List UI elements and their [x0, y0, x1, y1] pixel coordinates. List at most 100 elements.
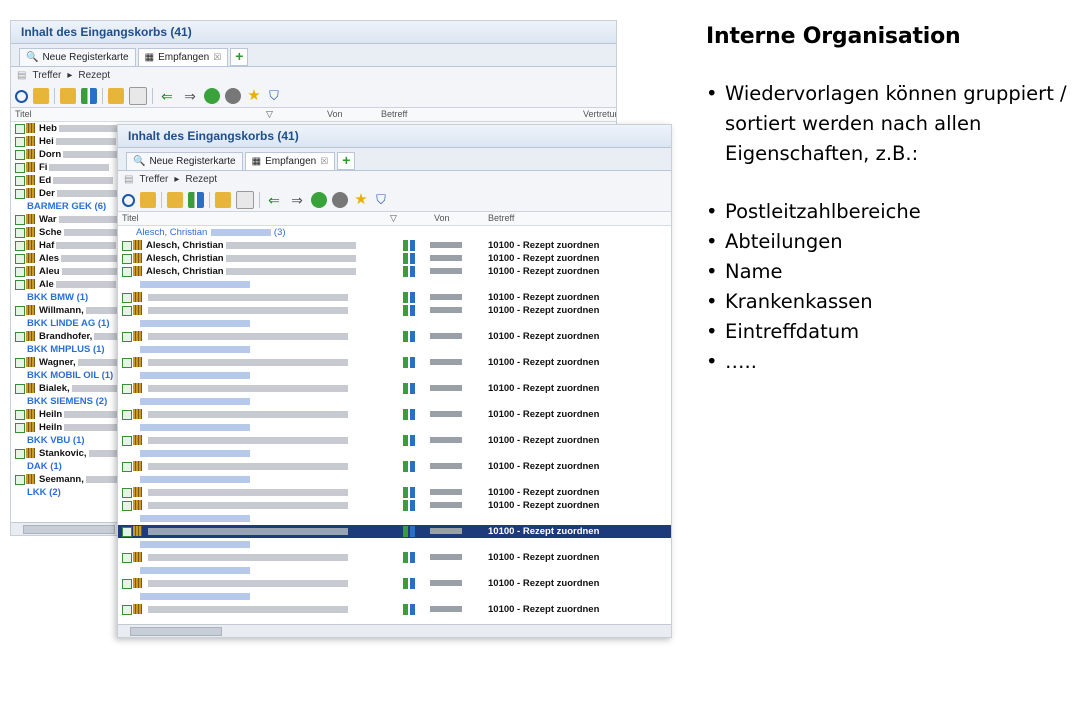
column-title[interactable]: Titel	[15, 108, 32, 121]
arrow-left-icon[interactable]: ⇐	[158, 88, 176, 104]
list-item[interactable]: 10100 - Rezept zuordnen	[118, 408, 671, 421]
document-icon[interactable]	[129, 87, 147, 105]
tree-icon[interactable]	[403, 461, 415, 472]
close-icon[interactable]: ☒	[213, 49, 221, 66]
expand-icon[interactable]	[15, 449, 25, 459]
horizontal-scrollbar[interactable]	[118, 624, 671, 637]
expand-icon[interactable]	[15, 332, 25, 342]
group-header[interactable]	[118, 317, 671, 330]
tab-received[interactable]: ▦ Empfangen ☒	[244, 152, 336, 170]
close-icon[interactable]: ☒	[320, 153, 328, 170]
star-icon[interactable]: ★	[246, 88, 262, 104]
expand-icon[interactable]	[122, 267, 132, 277]
star-icon[interactable]: ★	[353, 192, 369, 208]
expand-icon[interactable]	[15, 228, 25, 238]
expand-icon[interactable]	[15, 150, 25, 160]
list-item[interactable]: 10100 - Rezept zuordnen	[118, 577, 671, 590]
tree-icon[interactable]	[403, 435, 415, 446]
stop-icon[interactable]	[332, 192, 348, 208]
expand-icon[interactable]	[122, 332, 132, 342]
tree-icon[interactable]	[403, 383, 415, 394]
expand-icon[interactable]	[122, 384, 132, 394]
tree-icon[interactable]	[81, 88, 97, 104]
tree-icon[interactable]	[403, 240, 415, 251]
group-header[interactable]	[118, 278, 671, 291]
expand-icon[interactable]	[15, 176, 25, 186]
document-icon[interactable]	[236, 191, 254, 209]
search-icon[interactable]	[15, 89, 28, 103]
list-item[interactable]: 10100 - Rezept zuordnen	[118, 291, 671, 304]
search-folder-icon[interactable]	[140, 192, 156, 208]
breadcrumb-item[interactable]: Treffer	[139, 171, 168, 189]
expand-icon[interactable]	[122, 410, 132, 420]
tree-icon[interactable]	[403, 409, 415, 420]
list-item[interactable]: 10100 - Rezept zuordnen	[118, 356, 671, 369]
expand-icon[interactable]	[15, 215, 25, 225]
group-header[interactable]	[118, 590, 671, 603]
tree-icon[interactable]	[403, 487, 415, 498]
tree-icon[interactable]	[403, 331, 415, 342]
filter-icon[interactable]: ▽	[390, 212, 397, 225]
breadcrumb-item[interactable]: Rezept	[185, 171, 217, 189]
expand-icon[interactable]	[122, 462, 132, 472]
expand-icon[interactable]	[122, 527, 132, 537]
column-vertretung[interactable]: Vertretur	[583, 108, 616, 121]
expand-icon[interactable]	[122, 241, 132, 251]
stop-icon[interactable]	[225, 88, 241, 104]
expand-icon[interactable]	[15, 267, 25, 277]
list-item[interactable]: 10100 - Rezept zuordnen	[118, 434, 671, 447]
expand-icon[interactable]	[15, 137, 25, 147]
expand-icon[interactable]	[122, 254, 132, 264]
expand-icon[interactable]	[15, 124, 25, 134]
tree-icon[interactable]	[403, 526, 415, 537]
arrow-left-icon[interactable]: ⇐	[265, 192, 283, 208]
expand-icon[interactable]	[15, 384, 25, 394]
list-item[interactable]: Alesch, Christian 10100 - Rezept zuordnen	[118, 239, 671, 252]
group-header[interactable]	[118, 447, 671, 460]
add-tab-button[interactable]: +	[337, 152, 356, 170]
expand-icon[interactable]	[15, 358, 25, 368]
group-header[interactable]: Alesch, Christian (3)	[118, 226, 671, 239]
tree-icon[interactable]	[403, 305, 415, 316]
list-item[interactable]: 10100 - Rezept zuordnen	[118, 525, 671, 538]
mouse-icon[interactable]: ⛉	[374, 192, 388, 208]
tab-new[interactable]: 🔍 Neue Registerkarte	[19, 48, 136, 66]
tab-received[interactable]: ▦ Empfangen ☒	[137, 48, 229, 66]
list-item[interactable]: Alesch, Christian 10100 - Rezept zuordnen	[118, 252, 671, 265]
column-von[interactable]: Von	[327, 108, 343, 121]
tree-icon[interactable]	[403, 266, 415, 277]
expand-icon[interactable]	[122, 605, 132, 615]
column-betreff[interactable]: Betreff	[381, 108, 407, 121]
expand-icon[interactable]	[15, 254, 25, 264]
scrollbar-thumb[interactable]	[23, 525, 115, 534]
expand-icon[interactable]	[122, 579, 132, 589]
expand-icon[interactable]	[122, 306, 132, 316]
group-header[interactable]	[118, 421, 671, 434]
group-header[interactable]	[118, 343, 671, 356]
search-icon[interactable]	[122, 193, 135, 207]
breadcrumb-item[interactable]: Rezept	[78, 67, 110, 85]
folder-dropdown-icon[interactable]	[215, 192, 231, 208]
arrow-right-icon[interactable]: ⇒	[181, 88, 199, 104]
list-item[interactable]: 10100 - Rezept zuordnen	[118, 499, 671, 512]
list-item[interactable]: 10100 - Rezept zuordnen	[118, 603, 671, 616]
arrow-right-icon[interactable]: ⇒	[288, 192, 306, 208]
folder-dropdown-icon[interactable]	[108, 88, 124, 104]
expand-icon[interactable]	[122, 436, 132, 446]
list-item[interactable]: 10100 - Rezept zuordnen	[118, 551, 671, 564]
filter-icon[interactable]: ▽	[266, 108, 273, 121]
expand-icon[interactable]	[15, 189, 25, 199]
list-item[interactable]: 10100 - Rezept zuordnen	[118, 304, 671, 317]
search-folder-icon[interactable]	[33, 88, 49, 104]
list-item[interactable]: Alesch, Christian 10100 - Rezept zuordnen	[118, 265, 671, 278]
list-item[interactable]: 10100 - Rezept zuordnen	[118, 330, 671, 343]
tree-icon[interactable]	[403, 500, 415, 511]
tree-icon[interactable]	[403, 292, 415, 303]
expand-icon[interactable]	[122, 488, 132, 498]
tree-icon[interactable]	[403, 604, 415, 615]
expand-icon[interactable]	[15, 410, 25, 420]
group-header[interactable]	[118, 512, 671, 525]
expand-icon[interactable]	[122, 358, 132, 368]
expand-icon[interactable]	[15, 241, 25, 251]
folder-icon[interactable]	[167, 192, 183, 208]
